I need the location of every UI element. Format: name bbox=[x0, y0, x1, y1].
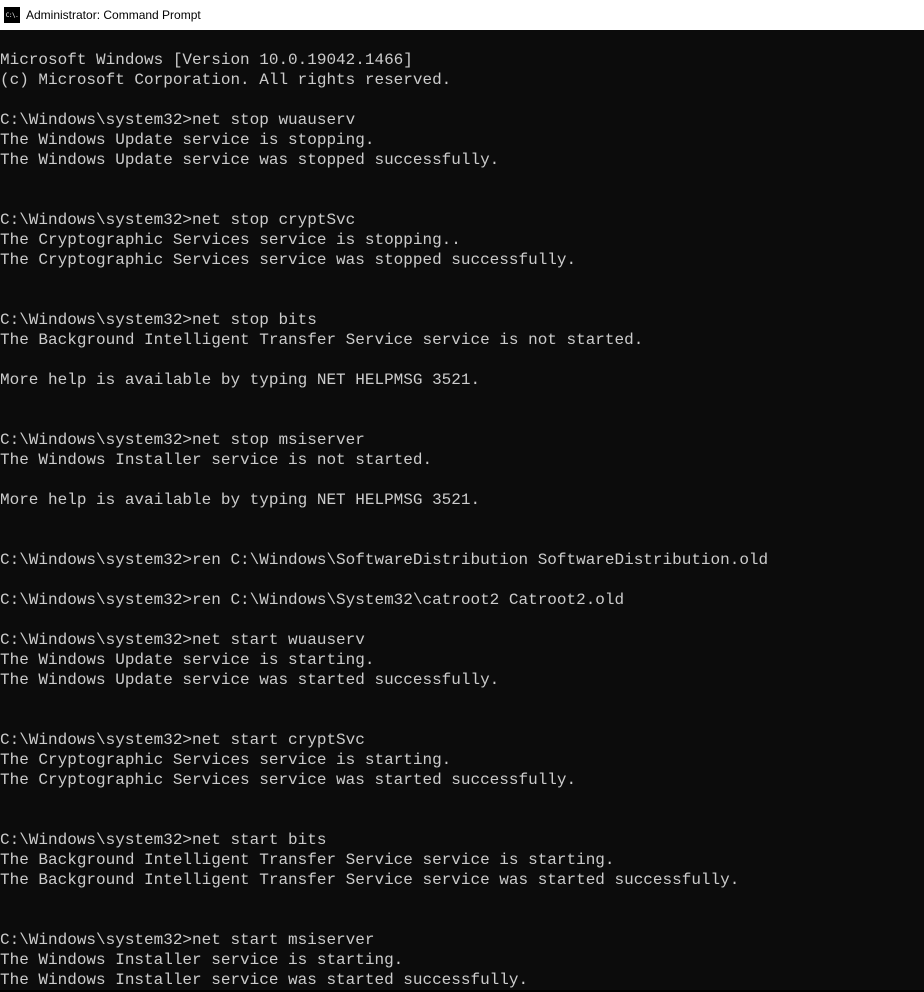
terminal-line: C:\Windows\system32>net stop bits bbox=[0, 310, 924, 330]
terminal-line bbox=[0, 170, 924, 190]
terminal-line bbox=[0, 530, 924, 550]
terminal-line bbox=[0, 510, 924, 530]
terminal-line: The Background Intelligent Transfer Serv… bbox=[0, 850, 924, 870]
terminal-line: C:\Windows\system32>ren C:\Windows\Syste… bbox=[0, 590, 924, 610]
terminal-line bbox=[0, 610, 924, 630]
terminal-line bbox=[0, 470, 924, 490]
terminal-line: Microsoft Windows [Version 10.0.19042.14… bbox=[0, 50, 924, 70]
terminal-line: More help is available by typing NET HEL… bbox=[0, 370, 924, 390]
terminal-line: C:\Windows\system32>net start cryptSvc bbox=[0, 730, 924, 750]
terminal-line: The Windows Update service was stopped s… bbox=[0, 150, 924, 170]
terminal-line: The Cryptographic Services service is st… bbox=[0, 230, 924, 250]
terminal-line: (c) Microsoft Corporation. All rights re… bbox=[0, 70, 924, 90]
terminal-line: The Background Intelligent Transfer Serv… bbox=[0, 870, 924, 890]
terminal-line bbox=[0, 710, 924, 730]
terminal-line bbox=[0, 270, 924, 290]
window-title: Administrator: Command Prompt bbox=[26, 8, 201, 22]
terminal-line: The Cryptographic Services service was s… bbox=[0, 250, 924, 270]
terminal-line: C:\Windows\system32>net stop msiserver bbox=[0, 430, 924, 450]
terminal-output[interactable]: Microsoft Windows [Version 10.0.19042.14… bbox=[0, 30, 924, 990]
terminal-line: The Windows Installer service is not sta… bbox=[0, 450, 924, 470]
terminal-line: C:\Windows\system32>net start bits bbox=[0, 830, 924, 850]
terminal-line: C:\Windows\system32>net stop cryptSvc bbox=[0, 210, 924, 230]
terminal-line: More help is available by typing NET HEL… bbox=[0, 490, 924, 510]
terminal-line: C:\Windows\system32>ren C:\Windows\Softw… bbox=[0, 550, 924, 570]
terminal-line: The Windows Installer service was starte… bbox=[0, 970, 924, 990]
terminal-line bbox=[0, 390, 924, 410]
terminal-line bbox=[0, 810, 924, 830]
terminal-line bbox=[0, 890, 924, 910]
window-titlebar[interactable]: C:\. Administrator: Command Prompt bbox=[0, 0, 924, 30]
terminal-line: The Cryptographic Services service was s… bbox=[0, 770, 924, 790]
terminal-line bbox=[0, 290, 924, 310]
terminal-line bbox=[0, 690, 924, 710]
terminal-line: The Background Intelligent Transfer Serv… bbox=[0, 330, 924, 350]
terminal-line bbox=[0, 790, 924, 810]
terminal-line: The Windows Installer service is startin… bbox=[0, 950, 924, 970]
terminal-line: The Windows Update service is starting. bbox=[0, 650, 924, 670]
terminal-line: The Cryptographic Services service is st… bbox=[0, 750, 924, 770]
terminal-line bbox=[0, 350, 924, 370]
cmd-icon: C:\. bbox=[4, 7, 20, 23]
terminal-line bbox=[0, 570, 924, 590]
terminal-line: C:\Windows\system32>net stop wuauserv bbox=[0, 110, 924, 130]
terminal-line bbox=[0, 410, 924, 430]
terminal-line bbox=[0, 910, 924, 930]
terminal-line: The Windows Update service was started s… bbox=[0, 670, 924, 690]
terminal-line bbox=[0, 90, 924, 110]
terminal-line: C:\Windows\system32>net start msiserver bbox=[0, 930, 924, 950]
terminal-line: C:\Windows\system32>net start wuauserv bbox=[0, 630, 924, 650]
terminal-line bbox=[0, 190, 924, 210]
terminal-line: The Windows Update service is stopping. bbox=[0, 130, 924, 150]
